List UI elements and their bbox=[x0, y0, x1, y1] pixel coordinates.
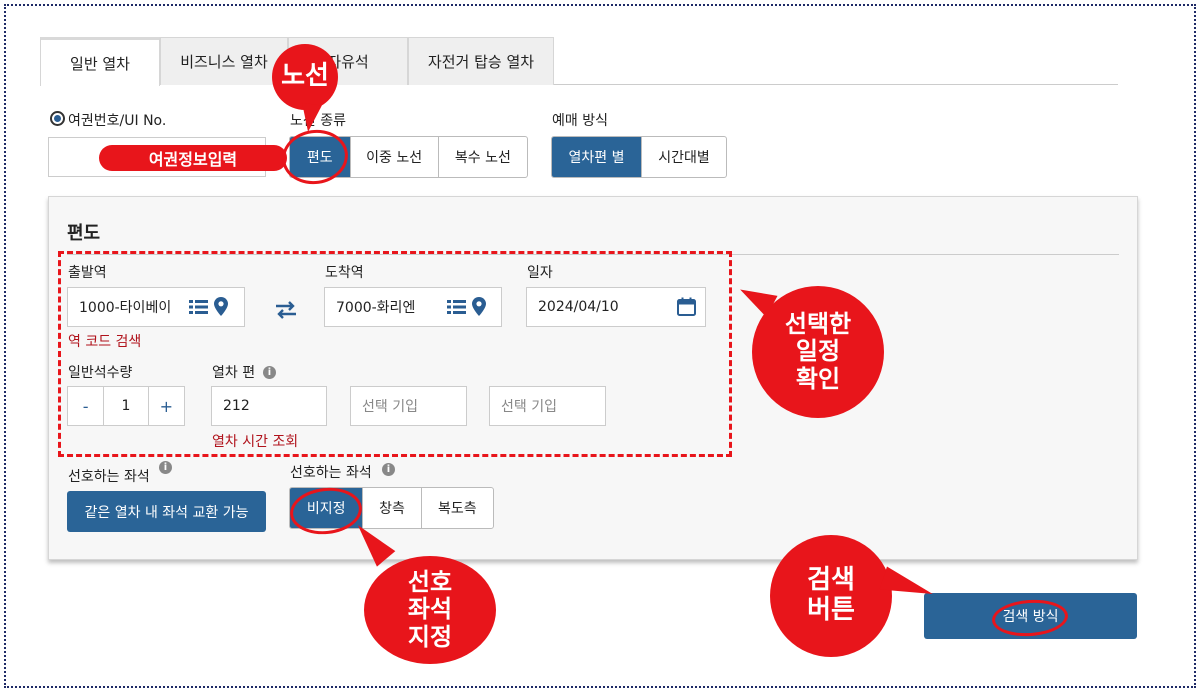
annotation-route-pointer bbox=[298, 102, 322, 134]
preferred-seat-label-right: 선호하는 좌석 bbox=[290, 465, 372, 481]
annotation-search: 검색 버튼 bbox=[770, 535, 892, 657]
annotation-search-line-1: 검색 bbox=[807, 565, 855, 596]
annotation-search-line-2: 버튼 bbox=[807, 595, 855, 625]
booking-method-selector: 열차편 별 시간대별 bbox=[551, 136, 727, 178]
annotation-seat-line-3: 지정 bbox=[407, 622, 453, 651]
annotation-seat-line-1: 선호 bbox=[407, 567, 453, 596]
seat-exchange-button[interactable]: 같은 열차 내 좌석 교환 가능 bbox=[67, 491, 266, 532]
info-icon[interactable]: i bbox=[159, 461, 172, 474]
preferred-seat-label-left: 선호하는 좌석 bbox=[68, 469, 150, 485]
train-type-tabs: 일반 열차 비즈니스 열차 자유석 자전거 탑승 열차 bbox=[40, 37, 1118, 86]
passport-radio[interactable] bbox=[50, 111, 65, 126]
booking-by-time[interactable]: 시간대별 bbox=[640, 137, 726, 177]
annotation-seat-line-2: 좌석 bbox=[407, 595, 453, 624]
passport-info-button[interactable]: 여권정보입력 bbox=[99, 145, 287, 171]
info-icon[interactable]: i bbox=[382, 463, 395, 476]
route-multiple[interactable]: 복수 노선 bbox=[437, 137, 527, 177]
annotation-route-text: 노선 bbox=[281, 61, 329, 92]
tab-regular-train[interactable]: 일반 열차 bbox=[40, 37, 160, 86]
annotation-route: 노선 bbox=[272, 44, 338, 110]
annotation-schedule-line-3: 확인 bbox=[795, 364, 841, 393]
schedule-highlight-box bbox=[58, 251, 732, 457]
annotation-schedule-line-1: 선택한 bbox=[784, 309, 852, 338]
tab-business-train[interactable]: 비즈니스 열차 bbox=[160, 37, 288, 85]
booking-by-train[interactable]: 열차편 별 bbox=[552, 137, 641, 177]
panel-title: 편도 bbox=[67, 223, 101, 244]
tab-bicycle-train[interactable]: 자전거 탑승 열차 bbox=[408, 37, 554, 85]
passport-label: 여권번호/UI No. bbox=[68, 113, 167, 129]
annotation-seat: 선호 좌석 지정 bbox=[364, 556, 496, 664]
seat-aisle[interactable]: 복도측 bbox=[420, 488, 493, 528]
booking-method-label: 예매 방식 bbox=[552, 113, 608, 129]
annotation-schedule-line-2: 일정 bbox=[795, 337, 841, 366]
route-double[interactable]: 이중 노선 bbox=[349, 137, 438, 177]
